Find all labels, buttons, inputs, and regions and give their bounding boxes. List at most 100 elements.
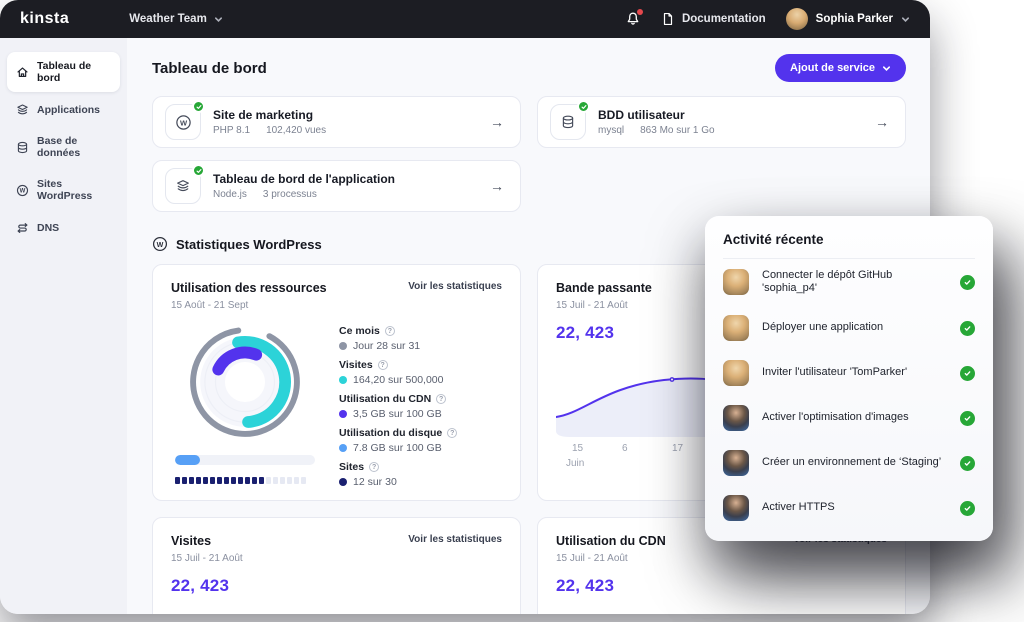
status-ok-badge [192, 100, 205, 113]
help-icon[interactable]: ? [436, 394, 446, 404]
chevron-down-icon [901, 15, 910, 24]
service-metric: 102,420 vues [266, 125, 326, 136]
database-icon [16, 141, 29, 154]
service-info: Tableau de bord de l'application Node.js… [213, 172, 395, 200]
service-card-app-dashboard[interactable]: Tableau de bord de l'application Node.js… [152, 160, 521, 212]
home-icon [16, 66, 29, 79]
card-title: Utilisation des ressources [171, 281, 327, 295]
sidebar-item-wordpress-sites[interactable]: W Sites WordPress [7, 170, 120, 210]
status-ok-badge [192, 164, 205, 177]
help-icon[interactable]: ? [378, 360, 388, 370]
wordpress-icon: W [152, 236, 168, 252]
legend-label: Utilisation du disque [339, 427, 442, 439]
check-circle-icon [960, 366, 975, 381]
activity-item[interactable]: Activer l'optimisation d'images [723, 396, 975, 441]
legend-dot [339, 478, 347, 486]
chevron-down-icon [882, 64, 891, 73]
activity-item[interactable]: Inviter l'utilisateur 'TomParker' [723, 351, 975, 396]
legend-row-disk: Utilisation du disque? 7.8 GB sur 100 GB [339, 427, 502, 454]
legend-row-cdn: Utilisation du CDN? 3,5 GB sur 100 GB [339, 393, 502, 420]
activity-item[interactable]: Activer HTTPS [723, 486, 975, 531]
service-cards: W Site de marketing PHP 8.1 102,420 vues… [152, 96, 906, 212]
svg-text:W: W [157, 241, 164, 249]
disk-usage-bar [175, 455, 315, 465]
service-card-marketing-site[interactable]: W Site de marketing PHP 8.1 102,420 vues… [152, 96, 521, 148]
user-avatar [786, 8, 808, 30]
legend-label: Visites [339, 359, 373, 371]
team-selector[interactable]: Weather Team [129, 13, 223, 25]
service-icon-tile [165, 168, 201, 204]
card-title: Bande passante [556, 281, 652, 295]
sidebar-item-label: Applications [37, 104, 100, 116]
view-stats-link[interactable]: Voir les statistiques [408, 534, 502, 545]
card-title: Utilisation du CDN [556, 534, 666, 548]
x-tick: 17 [672, 443, 683, 454]
documentation-link[interactable]: Documentation [661, 12, 766, 26]
check-circle-icon [960, 275, 975, 290]
activity-item[interactable]: Déployer une application [723, 306, 975, 351]
legend-value: 3,5 GB sur 100 GB [353, 408, 442, 420]
activity-label: Activer l'optimisation d'images [762, 411, 909, 425]
avatar [723, 269, 749, 295]
service-card-user-db[interactable]: BDD utilisateur mysql 863 Mo sur 1 Go → [537, 96, 906, 148]
activity-item[interactable]: Connecter le dépôt GitHub 'sophia_p4' [723, 259, 975, 306]
activity-label: Connecter le dépôt GitHub 'sophia_p4' [762, 269, 947, 297]
user-name: Sophia Parker [816, 13, 893, 25]
x-tick: 6 [622, 443, 628, 454]
activity-label: Créer un environnement de ‘Staging’ [762, 456, 941, 470]
avatar [723, 315, 749, 341]
activity-label: Inviter l'utilisateur 'TomParker' [762, 366, 907, 380]
arrow-right-icon[interactable]: → [490, 178, 504, 194]
service-metric: 3 processus [263, 189, 317, 200]
check-circle-icon [960, 321, 975, 336]
legend-value: 7.8 GB sur 100 GB [353, 442, 442, 454]
view-stats-link[interactable]: Voir les statistiques [408, 281, 502, 292]
service-info: Site de marketing PHP 8.1 102,420 vues [213, 108, 326, 136]
service-runtime: mysql [598, 125, 624, 136]
date-range: 15 Juil - 21 Août [556, 553, 887, 564]
avatar [723, 450, 749, 476]
add-service-button[interactable]: Ajout de service [775, 54, 906, 82]
resources-card: Utilisation des ressources Voir les stat… [152, 264, 521, 501]
topbar-right: Documentation Sophia Parker [625, 8, 910, 30]
legend-label: Ce mois [339, 325, 380, 337]
sidebar-item-dns[interactable]: DNS [7, 213, 120, 242]
legend-row-sites: Sites? 12 sur 30 [339, 461, 502, 488]
wordpress-icon: W [175, 114, 192, 131]
avatar [723, 360, 749, 386]
sidebar-item-label: Tableau de bord [37, 60, 111, 84]
legend-row-visits: Visites? 164,20 sur 500,000 [339, 359, 502, 386]
visits-card: Visites Voir les statistiques 15 Juil - … [152, 517, 521, 614]
legend-label: Utilisation du CDN [339, 393, 431, 405]
page-title: Tableau de bord [152, 60, 267, 77]
service-icon-tile [550, 104, 586, 140]
sidebar-item-dashboard[interactable]: Tableau de bord [7, 52, 120, 92]
help-icon[interactable]: ? [447, 428, 457, 438]
help-icon[interactable]: ? [385, 326, 395, 336]
sidebar-item-label: DNS [37, 222, 59, 234]
popup-title: Activité récente [723, 232, 975, 259]
legend-row-month: Ce mois? Jour 28 sur 31 [339, 325, 502, 352]
legend-value: 164,20 sur 500,000 [353, 374, 444, 386]
notifications-button[interactable] [625, 11, 641, 27]
activity-item[interactable]: Créer un environnement de ‘Staging’ [723, 441, 975, 486]
legend-dot [339, 444, 347, 452]
service-name: BDD utilisateur [598, 108, 715, 122]
activity-label: Activer HTTPS [762, 501, 835, 515]
arrow-right-icon[interactable]: → [490, 114, 504, 130]
resource-donut-chart [186, 323, 304, 441]
legend-value: 12 sur 30 [353, 476, 397, 488]
legend-value: Jour 28 sur 31 [353, 340, 420, 352]
user-menu[interactable]: Sophia Parker [786, 8, 910, 30]
document-icon [661, 12, 675, 26]
help-icon[interactable]: ? [369, 462, 379, 472]
add-service-label: Ajout de service [790, 62, 875, 74]
avatar [723, 495, 749, 521]
sidebar-item-applications[interactable]: Applications [7, 95, 120, 124]
avatar [723, 405, 749, 431]
service-icon-tile: W [165, 104, 201, 140]
section-title: Statistiques WordPress [176, 237, 322, 252]
sidebar-item-databases[interactable]: Base de données [7, 127, 120, 167]
arrow-right-icon[interactable]: → [875, 114, 889, 130]
resources-legend: Ce mois? Jour 28 sur 31 Visites? 164,20 … [339, 323, 502, 495]
